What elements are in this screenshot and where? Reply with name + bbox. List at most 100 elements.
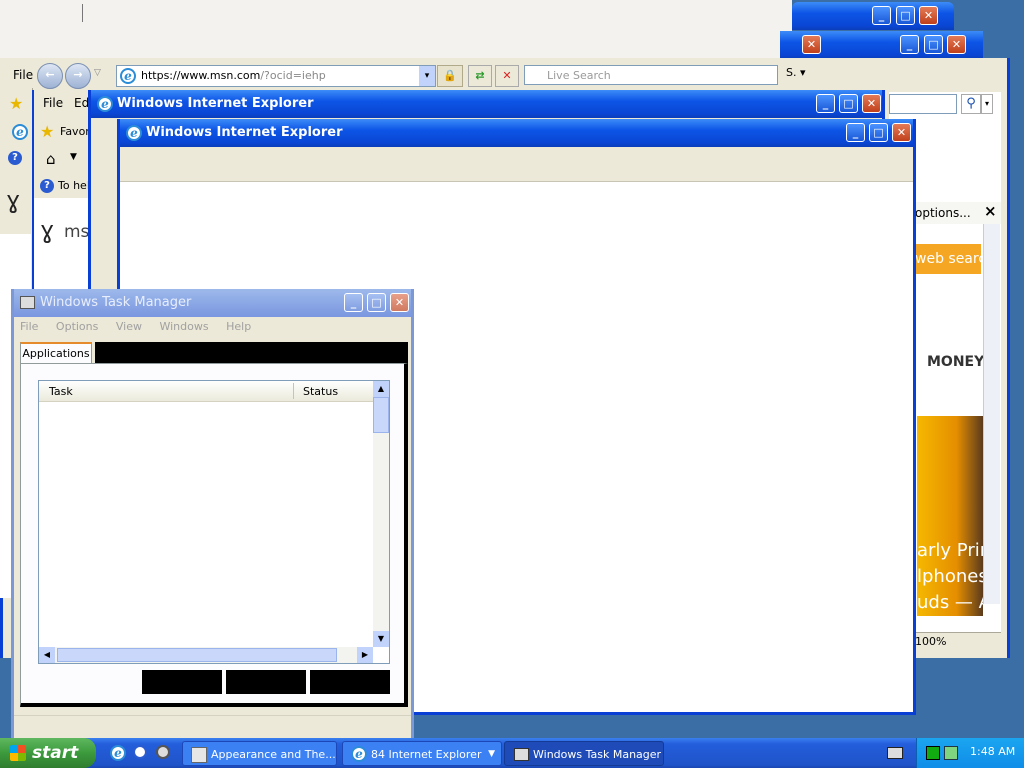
close-button[interactable]: ✕	[947, 35, 966, 54]
lock-icon[interactable]: 🔒	[437, 65, 463, 87]
ie-window-2-titlebar[interactable]: e Windows Internet Explorer _ □ ✕	[120, 119, 913, 147]
close-button[interactable]: ✕	[862, 94, 881, 113]
history-dropdown-icon[interactable]: ▽	[94, 68, 101, 78]
close-button[interactable]: ✕	[390, 293, 409, 312]
zoom-level[interactable]: 100%	[915, 635, 946, 648]
address-bar[interactable]: e https://www.msn.com/?ocid=iehp ▾	[116, 65, 436, 87]
ie-window-1-titlebar[interactable]: e Windows Internet Explorer _ □ ✕	[91, 90, 882, 118]
switch-to-button[interactable]	[226, 670, 306, 694]
help-icon[interactable]: ?	[40, 179, 54, 193]
scroll-left-arrow[interactable]: ◀	[39, 647, 55, 663]
quicklaunch-ie-icon[interactable]: e	[110, 745, 126, 761]
back-window-titlebar-1[interactable]: _ □ ✕	[792, 2, 954, 30]
menu-view[interactable]: View	[116, 320, 142, 333]
column-header-status[interactable]: Status	[303, 385, 338, 398]
minimize-button[interactable]: _	[872, 6, 891, 25]
taskbar-button-appearance[interactable]: Appearance and The...	[182, 741, 337, 766]
minimize-button[interactable]: _	[900, 35, 919, 54]
maximize-button[interactable]: □	[839, 94, 858, 113]
task-manager-menubar: File Options View Windows Help	[20, 320, 265, 333]
ie-search-box[interactable]	[889, 94, 957, 114]
headline-line-1[interactable]: arly Prim	[917, 540, 983, 561]
group-dropdown-icon[interactable]: ▼	[488, 742, 495, 765]
headline-line-3[interactable]: uds — A	[917, 592, 983, 613]
task-manager-icon	[514, 748, 529, 761]
msn-butterfly-icon: ɣ	[6, 186, 21, 214]
maximize-button[interactable]: □	[367, 293, 386, 312]
end-task-button[interactable]	[142, 670, 222, 694]
task-manager-tray-icon[interactable]	[926, 746, 940, 760]
address-dropdown-icon[interactable]: ▾	[419, 66, 435, 86]
close-button[interactable]: ✕	[802, 35, 821, 54]
search-dropdown-icon[interactable]: ▾	[981, 94, 993, 114]
taskbar-button-ie-group[interactable]: e 84 Internet Explorer ▼	[342, 741, 502, 766]
page-options-label[interactable]: options...	[915, 206, 971, 220]
scroll-thumb[interactable]	[373, 397, 389, 433]
minimize-button[interactable]: _	[846, 123, 865, 142]
search-provider-dropdown[interactable]: S. ▾	[786, 66, 806, 79]
ie-window-2-title: Windows Internet Explorer	[146, 125, 343, 140]
refresh-icon[interactable]: ⇄	[468, 65, 492, 87]
back-window-menu-file[interactable]: File	[13, 68, 33, 82]
menu-options[interactable]: Options	[56, 320, 98, 333]
home-dropdown-icon[interactable]: ▼	[70, 152, 77, 162]
quicklaunch-player-icon[interactable]	[156, 745, 170, 759]
headline-line-2[interactable]: lphones	[917, 566, 983, 587]
maximize-button[interactable]: □	[896, 6, 915, 25]
tab-strip-black	[95, 342, 408, 364]
column-divider[interactable]	[293, 383, 294, 399]
web-search-button[interactable]: web search	[915, 244, 981, 274]
scroll-thumb-horizontal[interactable]	[57, 648, 337, 662]
menu-file[interactable]: File	[20, 320, 38, 333]
menu-windows[interactable]: Windows	[159, 320, 208, 333]
new-task-button[interactable]	[310, 670, 390, 694]
close-icon[interactable]: ×	[984, 202, 997, 220]
column-header-task[interactable]: Task	[49, 385, 73, 398]
network-tray-icon[interactable]	[944, 746, 958, 760]
address-url[interactable]: https://www.msn.com/?ocid=iehp	[141, 66, 326, 86]
minimize-button[interactable]: _	[816, 94, 835, 113]
favorites-label[interactable]: Favor	[60, 125, 90, 138]
ie-tab-icon[interactable]: e	[12, 124, 28, 140]
desktop-background-window	[0, 0, 792, 58]
maximize-button[interactable]: □	[924, 35, 943, 54]
back-window-titlebar-2[interactable]: ✕ _ □ ✕	[780, 31, 983, 59]
scroll-up-arrow[interactable]: ▲	[373, 381, 389, 397]
menu-help[interactable]: Help	[226, 320, 251, 333]
stop-icon[interactable]: ✕	[495, 65, 519, 87]
task-manager-window: Windows Task Manager _ □ ✕ File Options …	[11, 289, 414, 741]
clock[interactable]: 1:48 AM	[970, 745, 1015, 758]
live-search-input[interactable]: Live Search	[524, 65, 778, 85]
taskbar-button-label: Appearance and The...	[211, 748, 336, 761]
scroll-right-arrow[interactable]: ▶	[357, 647, 373, 663]
ie-logo-icon: e	[351, 746, 367, 762]
minimize-button[interactable]: _	[344, 293, 363, 312]
quicklaunch-media-icon[interactable]	[133, 745, 147, 759]
vertical-scrollbar[interactable]	[983, 224, 1000, 604]
home-icon[interactable]: ⌂	[46, 150, 56, 168]
help-icon[interactable]: ?	[8, 151, 22, 165]
keyboard-icon[interactable]	[887, 747, 903, 759]
favorites-star-icon[interactable]: ★	[40, 122, 54, 141]
tab-applications[interactable]: Applications	[20, 342, 92, 364]
search-icon[interactable]: ⚲	[961, 94, 981, 114]
horizontal-scrollbar[interactable]: ◀ ▶	[39, 647, 373, 663]
back-window-menu-file-2[interactable]: File	[43, 96, 63, 110]
start-button[interactable]: start	[0, 738, 96, 768]
task-list[interactable]: Task Status ▲ ▼ ◀ ▶	[38, 380, 390, 664]
task-manager-titlebar[interactable]: Windows Task Manager _ □ ✕	[14, 289, 411, 317]
start-label: start	[32, 743, 79, 763]
close-button[interactable]: ✕	[892, 123, 911, 142]
ie-logo-icon: e	[126, 125, 142, 141]
money-nav-link[interactable]: MONEY	[927, 354, 984, 370]
task-manager-icon	[20, 296, 35, 309]
msn-logo-text[interactable]: ms	[64, 222, 89, 242]
back-button[interactable]: ←	[37, 63, 63, 89]
taskbar-button-task-manager[interactable]: Windows Task Manager	[504, 741, 664, 766]
vertical-scrollbar[interactable]: ▲ ▼	[373, 381, 389, 647]
close-button[interactable]: ✕	[919, 6, 938, 25]
favorites-star-icon[interactable]: ★	[9, 94, 23, 113]
scroll-down-arrow[interactable]: ▼	[373, 631, 389, 647]
forward-button[interactable]: →	[65, 63, 91, 89]
maximize-button[interactable]: □	[869, 123, 888, 142]
